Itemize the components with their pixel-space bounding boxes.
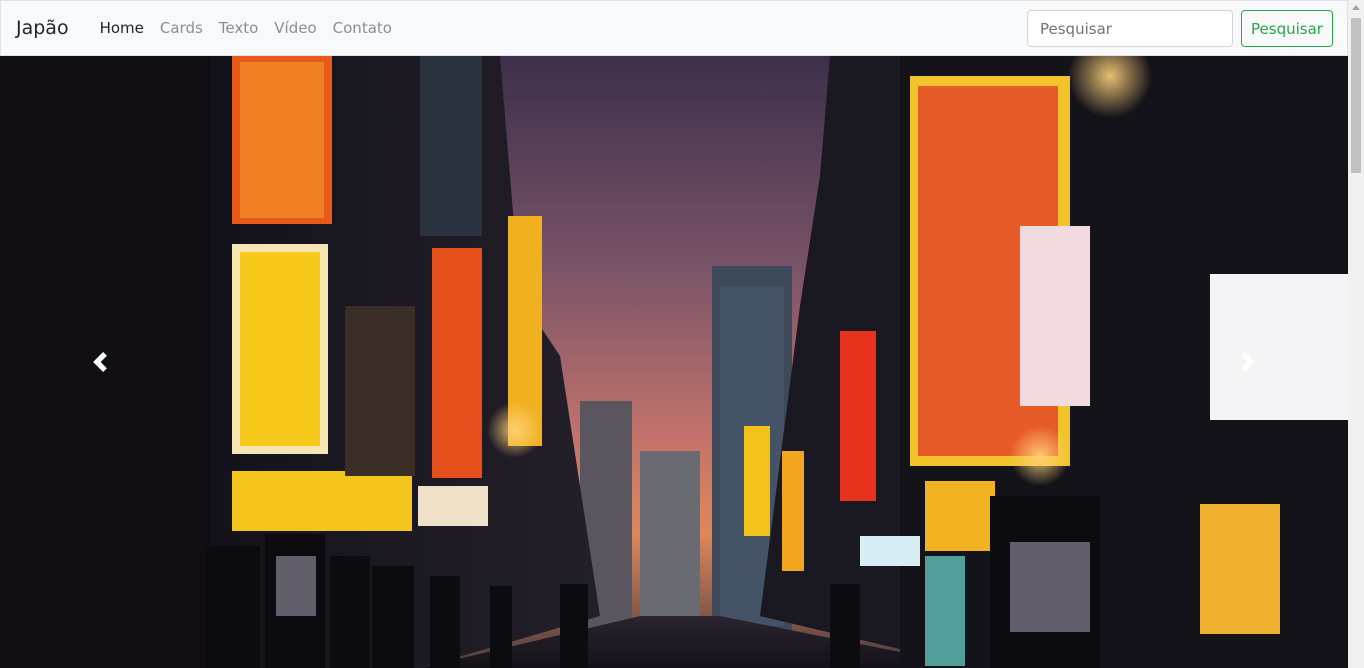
nav-link-home[interactable]: Home <box>92 19 152 37</box>
browser-viewport: Japão Home Cards Texto Vídeo Contato Pes… <box>0 0 1364 668</box>
nav-links: Home Cards Texto Vídeo Contato <box>92 19 400 37</box>
nav-link-cards[interactable]: Cards <box>152 19 211 37</box>
nav-link-contato[interactable]: Contato <box>325 19 400 37</box>
tokyo-street-night-photo <box>0 56 1348 668</box>
search-input[interactable] <box>1027 10 1233 47</box>
page-scrollbar[interactable] <box>1348 0 1364 668</box>
search-button[interactable]: Pesquisar <box>1241 10 1333 47</box>
hero-carousel <box>0 56 1348 668</box>
nav-link-video[interactable]: Vídeo <box>266 19 324 37</box>
navbar: Japão Home Cards Texto Vídeo Contato Pes… <box>0 0 1348 56</box>
carousel-next-button[interactable] <box>1148 56 1348 668</box>
chevron-right-icon <box>1241 352 1255 372</box>
scroll-thumb[interactable] <box>1351 18 1361 173</box>
navbar-brand[interactable]: Japão <box>16 17 69 39</box>
search-form: Pesquisar <box>1027 10 1333 47</box>
carousel-prev-button[interactable] <box>0 56 200 668</box>
scroll-up-arrow-icon[interactable] <box>1352 5 1360 10</box>
chevron-left-icon <box>93 352 107 372</box>
nav-link-texto[interactable]: Texto <box>211 19 267 37</box>
